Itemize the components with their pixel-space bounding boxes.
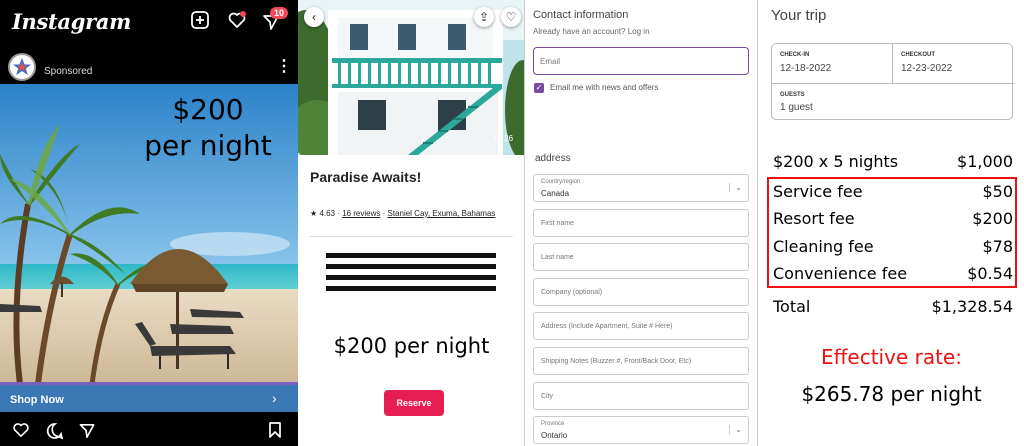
redaction-bar [326,286,496,291]
ad-price-line: $200 [172,93,244,126]
instagram-panel: Instagram ⌄ 10 Sponsored ⋮ $200 per nigh… [0,0,298,446]
more-options-icon[interactable]: ⋮ [276,56,292,76]
rating-separator: · [337,209,340,218]
province-label: Province [541,421,565,427]
total-label: Total [773,297,811,316]
trip-details-box[interactable]: CHECK-IN 12-18-2022 CHECKOUT 12-23-2022 … [771,43,1014,120]
trip-title: Your trip [771,7,827,24]
listing-panel: ‹ ⇪ ♡ 1 / 26 Paradise Awaits! ★ 4.63 · 1… [298,0,525,446]
chevron-down-icon: ⌄ [729,425,742,434]
fee-value: $0.54 [967,264,1013,283]
effective-rate-value: $265.78 per night [801,382,982,406]
checkout-label: CHECKOUT [901,52,935,58]
heart-icon[interactable] [227,10,247,30]
nights-value: $1,000 [957,152,1013,171]
province-select[interactable]: Province Ontario ⌄ [533,416,749,444]
total-value: $1,328.54 [931,297,1013,316]
email-opt-in-checkbox[interactable]: ✓ [534,83,544,93]
fee-label: Service fee [773,182,863,201]
fee-value: $78 [982,237,1013,256]
address-heading: address [535,153,571,164]
checkout-value: 12-23-2022 [901,63,953,74]
fee-label: Cleaning fee [773,237,874,256]
checkin-label: CHECK-IN [780,52,810,58]
last-name-placeholder: Last name [541,254,574,261]
ad-price-unit: per night [144,129,272,162]
post-actions [0,414,298,446]
shipping-notes-placeholder: Shipping Notes (Buzzer #, Front/Back Doo… [541,358,692,365]
fee-value: $200 [972,209,1013,228]
star-icon: ★ [310,209,318,218]
fee-value: $50 [982,182,1013,201]
post-header: Sponsored ⋮ [0,50,298,84]
first-name-placeholder: First name [541,220,575,227]
new-post-icon[interactable] [190,10,210,30]
like-icon[interactable] [12,422,30,438]
company-placeholder: Company (optional) [541,289,603,296]
city-field[interactable]: City [533,382,749,410]
ad-price-overlay: $200 per night [118,92,298,164]
divider [310,236,513,237]
avatar[interactable] [8,53,36,81]
trip-summary-panel: Your trip CHECK-IN 12-18-2022 CHECKOUT 1… [759,0,1024,446]
chevron-right-icon: › [272,390,277,406]
instagram-logo[interactable]: Instagram [12,9,131,34]
notification-badge: 10 [270,7,289,19]
fee-label: Convenience fee [773,264,908,283]
company-field[interactable]: Company (optional) [533,278,749,306]
address-placeholder: Address (Include Apartment, Suite # Here… [541,323,673,330]
photo-counter: 1 / 26 [493,134,514,143]
back-arrow-icon[interactable]: ‹ [304,7,324,27]
reviews-link[interactable]: 16 reviews [342,209,380,218]
province-value: Ontario [541,431,568,440]
nights-label: $200 x 5 nights [773,152,899,171]
last-name-field[interactable]: Last name [533,243,749,271]
chevron-down-icon[interactable]: ⌄ [97,11,107,25]
listing-price: $200 per night [333,334,490,358]
reserve-button[interactable]: Reserve [384,390,444,416]
redaction-bar [326,275,496,280]
instagram-header: Instagram ⌄ 10 [0,0,298,44]
fee-label: Resort fee [773,209,855,228]
redaction-bar [326,253,496,258]
listing-title: Paradise Awaits! [310,169,422,185]
guests-value: 1 guest [780,102,813,113]
country-value: Canada [541,189,570,198]
favorite-heart-icon[interactable]: ♡ [501,7,521,27]
contact-heading: Contact information [533,9,629,21]
redaction-bar [326,264,496,269]
rating-value: 4.63 [319,209,335,218]
comment-icon[interactable] [46,422,64,440]
city-placeholder: City [541,393,554,400]
login-link[interactable]: Already have an account? Log in [533,27,650,36]
first-name-field[interactable]: First name [533,209,749,237]
location-link[interactable]: Staniel Cay, Exuma, Bahamas [388,209,496,218]
country-select[interactable]: Country/region Canada ⌄ [533,174,749,202]
star-logo-icon [13,58,31,75]
checkout-form-panel: Contact information Already have an acco… [526,0,758,446]
email-field[interactable]: Email [533,47,749,75]
redacted-text [326,253,496,293]
email-opt-in-label: Email me with news and offers [550,83,659,92]
share-icon[interactable]: ⇪ [474,7,494,27]
country-label: Country/region [541,179,581,185]
bookmark-icon[interactable] [268,421,282,439]
shop-now-button[interactable]: Shop Now › [0,382,298,412]
chevron-down-icon: ⌄ [729,183,742,192]
shipping-notes-field[interactable]: Shipping Notes (Buzzer #, Front/Back Doo… [533,347,749,375]
divider [772,83,1014,84]
share-icon[interactable] [78,422,96,439]
rating-row: ★ 4.63 · 16 reviews · Staniel Cay, Exuma… [310,209,495,218]
checkin-value: 12-18-2022 [780,63,832,74]
guests-label: GUESTS [780,92,805,98]
effective-rate-label: Effective rate: [821,345,962,369]
address-field[interactable]: Address (Include Apartment, Suite # Here… [533,312,749,340]
sponsored-label: Sponsored [44,66,93,77]
divider [892,44,893,83]
shop-now-label: Shop Now [10,394,64,406]
